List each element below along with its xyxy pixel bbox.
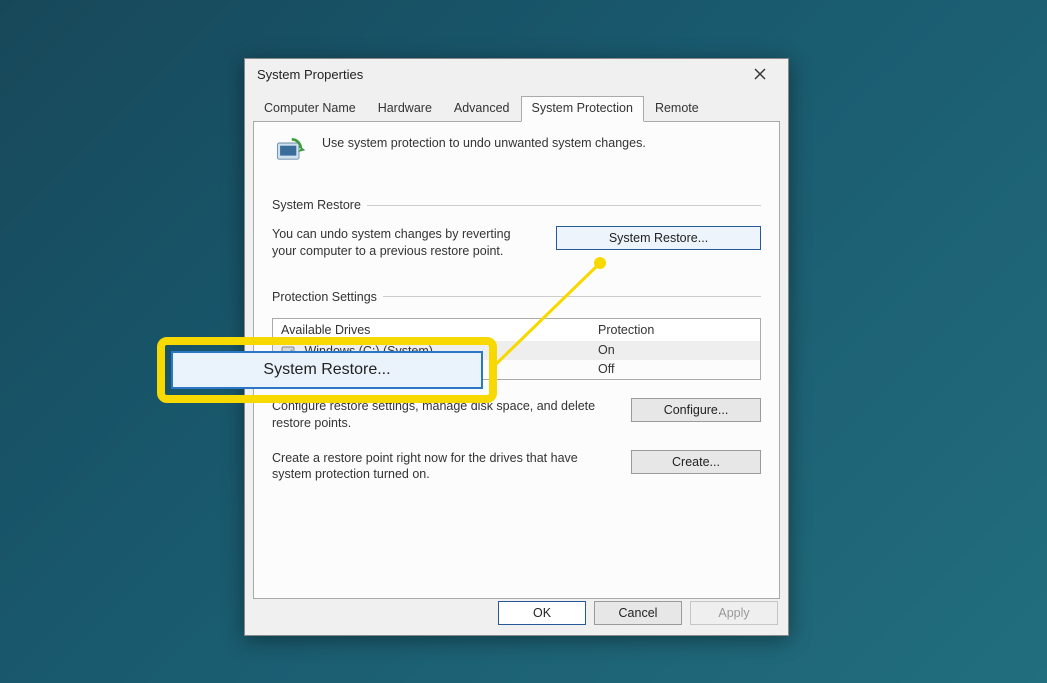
system-restore-button[interactable]: System Restore... (556, 226, 761, 250)
close-icon (754, 68, 766, 80)
ok-button[interactable]: OK (498, 601, 586, 625)
group-protection-settings: Protection Settings (272, 290, 761, 304)
tab-hardware[interactable]: Hardware (367, 96, 443, 122)
system-protection-icon (272, 134, 308, 170)
callout-highlight: System Restore... (157, 337, 497, 403)
titlebar: System Properties (245, 59, 788, 89)
tabstrip: Computer Name Hardware Advanced System P… (245, 89, 788, 121)
callout-label: System Restore... (171, 351, 483, 389)
group-system-restore: System Restore (272, 198, 761, 212)
configure-button[interactable]: Configure... (631, 398, 761, 422)
restore-description: You can undo system changes by reverting… (272, 226, 538, 260)
close-button[interactable] (740, 61, 780, 87)
dialog-footer: OK Cancel Apply (498, 601, 778, 625)
drive-status: On (590, 341, 760, 360)
tab-remote[interactable]: Remote (644, 96, 710, 122)
tab-advanced[interactable]: Advanced (443, 96, 521, 122)
tab-system-protection[interactable]: System Protection (521, 96, 644, 122)
apply-button[interactable]: Apply (690, 601, 778, 625)
intro-text: Use system protection to undo unwanted s… (322, 136, 646, 150)
create-button[interactable]: Create... (631, 450, 761, 474)
tab-computer-name[interactable]: Computer Name (253, 96, 367, 122)
col-protection: Protection (590, 319, 760, 341)
cancel-button[interactable]: Cancel (594, 601, 682, 625)
window-title: System Properties (257, 67, 363, 82)
drive-status: Off (590, 360, 760, 379)
create-description: Create a restore point right now for the… (272, 450, 613, 484)
